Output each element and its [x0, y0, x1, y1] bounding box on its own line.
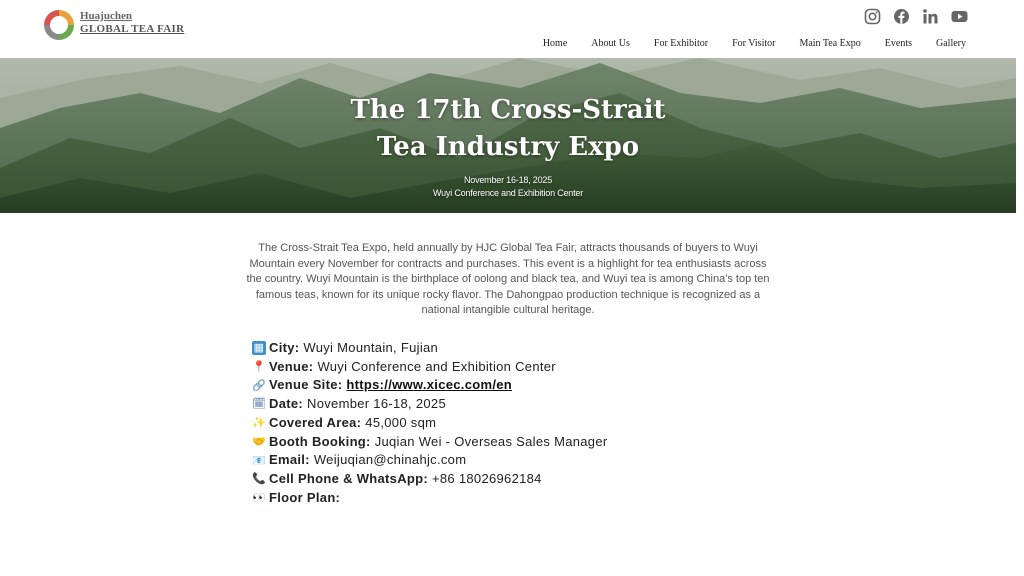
- city-label: City:: [269, 340, 300, 355]
- phone-label: Cell Phone & WhatsApp:: [269, 470, 428, 486]
- main-nav: Home About Us For Exhibitor For Visitor …: [543, 38, 966, 49]
- booking-value: Juqian Wei - Overseas Sales Manager: [374, 433, 608, 449]
- nav-about-us[interactable]: About Us: [591, 38, 630, 49]
- detail-phone: 📞 Cell Phone & WhatsApp: +86 18026962184: [252, 470, 608, 489]
- nav-events[interactable]: Events: [885, 38, 912, 49]
- hero-title-line1: The 17th Cross-Strait: [350, 95, 666, 125]
- eyes-icon: 👀: [252, 491, 266, 504]
- facebook-icon[interactable]: [893, 8, 910, 25]
- detail-email: 📧 Email: Weijuqian@chinahjc.com: [252, 451, 608, 470]
- email-icon: 📧: [252, 454, 266, 467]
- link-icon: 🔗: [252, 379, 266, 392]
- hero-venue: Wuyi Conference and Exhibition Center: [432, 188, 584, 198]
- venue-label: Venue:: [269, 358, 314, 374]
- date-value: November 16-18, 2025: [307, 396, 446, 412]
- nav-for-exhibitor[interactable]: For Exhibitor: [654, 38, 708, 49]
- linkedin-icon[interactable]: [922, 8, 939, 25]
- site-label: Venue Site:: [269, 377, 343, 393]
- hero-title: The 17th Cross-Strait Tea Industry Expo: [0, 92, 1016, 166]
- detail-area: ✨ Covered Area: 45,000 sqm: [252, 414, 608, 433]
- calendar-icon: 🗓: [252, 398, 267, 411]
- logo-line1: Huajuchen: [80, 10, 132, 22]
- detail-venue: 📍 Venue: Wuyi Conference and Exhibition …: [252, 358, 608, 377]
- detail-venue-site: 🔗 Venue Site: https://www.xicec.com/en: [252, 376, 608, 395]
- huajuchen-logo-icon[interactable]: [42, 8, 76, 42]
- detail-city: ▦ City: Wuyi Mountain, Fujian: [252, 339, 608, 358]
- venue-site-link[interactable]: https://www.xicec.com/en: [346, 376, 512, 395]
- venue-value: Wuyi Conference and Exhibition Center: [317, 358, 556, 374]
- email-value[interactable]: Weijuqian@chinahjc.com: [314, 451, 467, 470]
- nav-gallery[interactable]: Gallery: [936, 38, 966, 49]
- hero-date: November 16-18, 2025: [463, 175, 553, 185]
- site-header: Huajuchen GLOBAL TEA FAIR Home About Us …: [0, 0, 1024, 58]
- intro-paragraph: The Cross-Strait Tea Expo, held annually…: [246, 242, 770, 317]
- logo-line2: GLOBAL TEA FAIR: [80, 23, 185, 35]
- pushpin-icon: 📍: [252, 361, 266, 374]
- hero-title-line2: Tea Industry Expo: [376, 132, 640, 162]
- phone-value[interactable]: +86 18026962184: [432, 470, 542, 489]
- telephone-icon: 📞: [252, 473, 266, 486]
- detail-booking: 🤝 Booth Booking: Juqian Wei - Overseas S…: [252, 433, 608, 452]
- hero-subtitle: November 16-18, 2025 Wuyi Conference and…: [0, 174, 1016, 200]
- logo-text[interactable]: Huajuchen GLOBAL TEA FAIR: [80, 10, 184, 36]
- nav-for-visitor[interactable]: For Visitor: [732, 38, 775, 49]
- nav-main-tea-expo[interactable]: Main Tea Expo: [799, 38, 860, 49]
- nav-home[interactable]: Home: [543, 38, 567, 49]
- instagram-icon[interactable]: [864, 8, 881, 25]
- detail-floor-plan: 👀 Floor Plan:: [252, 489, 608, 508]
- email-label: Email:: [269, 452, 310, 468]
- city-value: Wuyi Mountain, Fujian: [303, 340, 439, 355]
- sparkles-icon: ✨: [252, 417, 266, 430]
- detail-date: 🗓 Date: November 16-18, 2025: [252, 395, 608, 414]
- booking-label: Booth Booking:: [269, 433, 371, 449]
- event-details: ▦ City: Wuyi Mountain, Fujian 📍 Venue: W…: [252, 339, 608, 507]
- handshake-icon: 🤝: [252, 435, 266, 448]
- hero-banner: The 17th Cross-Strait Tea Industry Expo …: [0, 58, 1016, 213]
- date-label: Date:: [269, 396, 304, 412]
- youtube-icon[interactable]: [951, 8, 968, 25]
- social-links: [864, 8, 968, 25]
- area-label: Covered Area:: [269, 414, 362, 430]
- floor-plan-label: Floor Plan:: [269, 489, 341, 505]
- area-value: 45,000 sqm: [365, 414, 437, 430]
- cityscape-icon: ▦: [252, 341, 266, 356]
